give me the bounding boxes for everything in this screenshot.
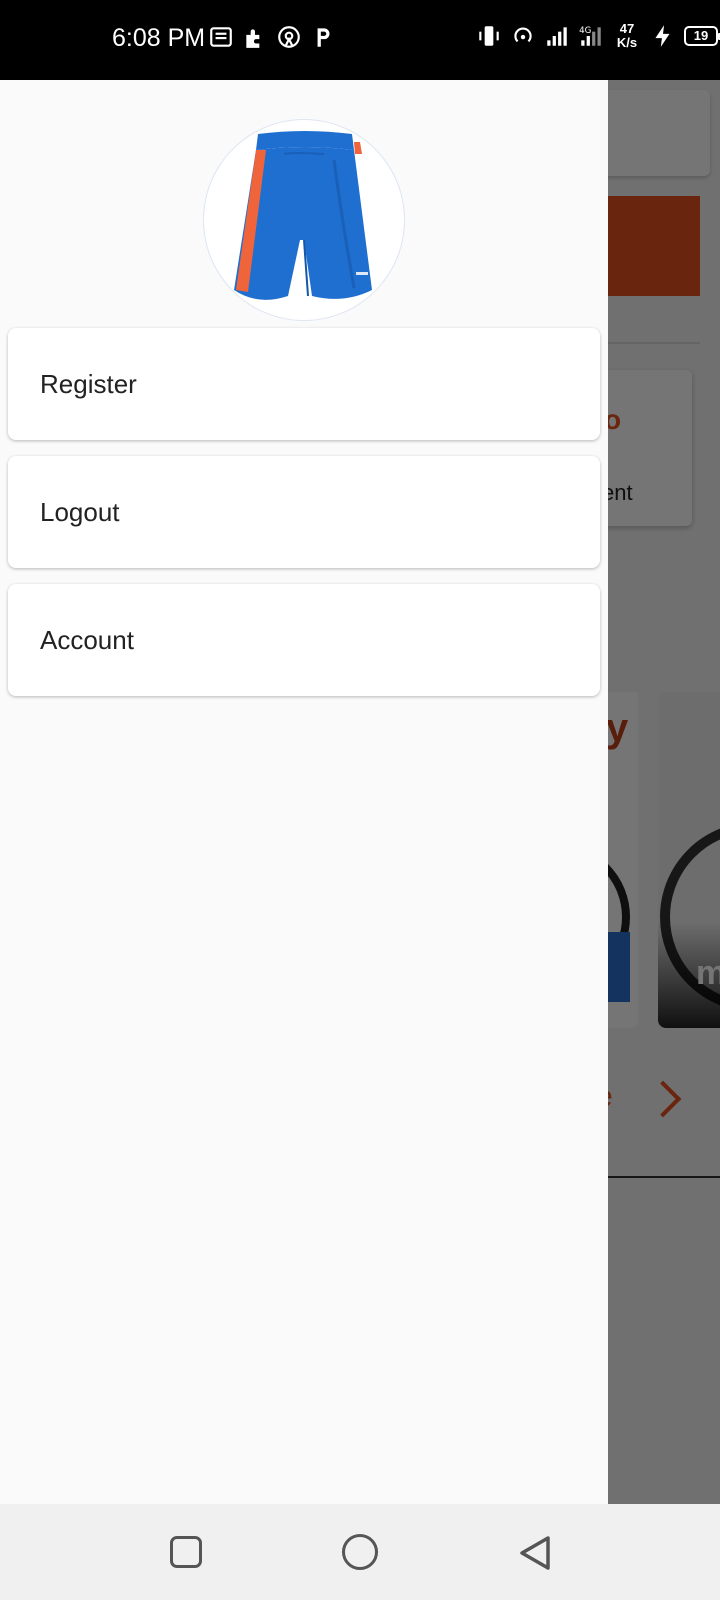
menu-item-label: Logout [40,497,120,527]
vibrate-icon [479,26,499,46]
menu-item-label: Register [40,369,137,399]
network-speed-unit: K/s [616,35,638,50]
signal-4g-icon: 4G [579,26,601,46]
wifi-hotspot-icon [514,27,532,43]
battery-indicator: 19 [684,26,720,46]
notification-icons [208,24,336,50]
menu-item-label: Account [40,625,134,655]
shorts-product-image [234,131,372,300]
hotspot-icon [278,26,300,48]
network-speed-value: 47 [619,21,635,36]
puzzle-icon [246,29,260,48]
svg-text:4G: 4G [579,26,591,36]
status-bar: 6:08 PM 4G 47 K/s 19 [0,0,720,80]
network-speed: 47 K/s [612,22,642,50]
charging-icon [655,25,670,47]
status-time: 6:08 PM [112,24,206,52]
back-icon[interactable] [516,1534,554,1572]
recents-icon[interactable] [170,1536,202,1568]
system-nav-bar [0,1504,720,1600]
home-icon[interactable] [342,1534,378,1570]
navigation-drawer: Register Logout Account [0,80,608,1504]
menu-item-logout[interactable]: Logout [8,456,600,568]
drawer-header-image [204,120,404,320]
parking-icon [317,28,330,47]
system-icons: 4G 47 K/s 19 [476,22,720,50]
news-icon [210,27,232,47]
menu-item-account[interactable]: Account [8,584,600,696]
signal-icon [547,27,567,46]
menu-item-register[interactable]: Register [8,328,600,440]
